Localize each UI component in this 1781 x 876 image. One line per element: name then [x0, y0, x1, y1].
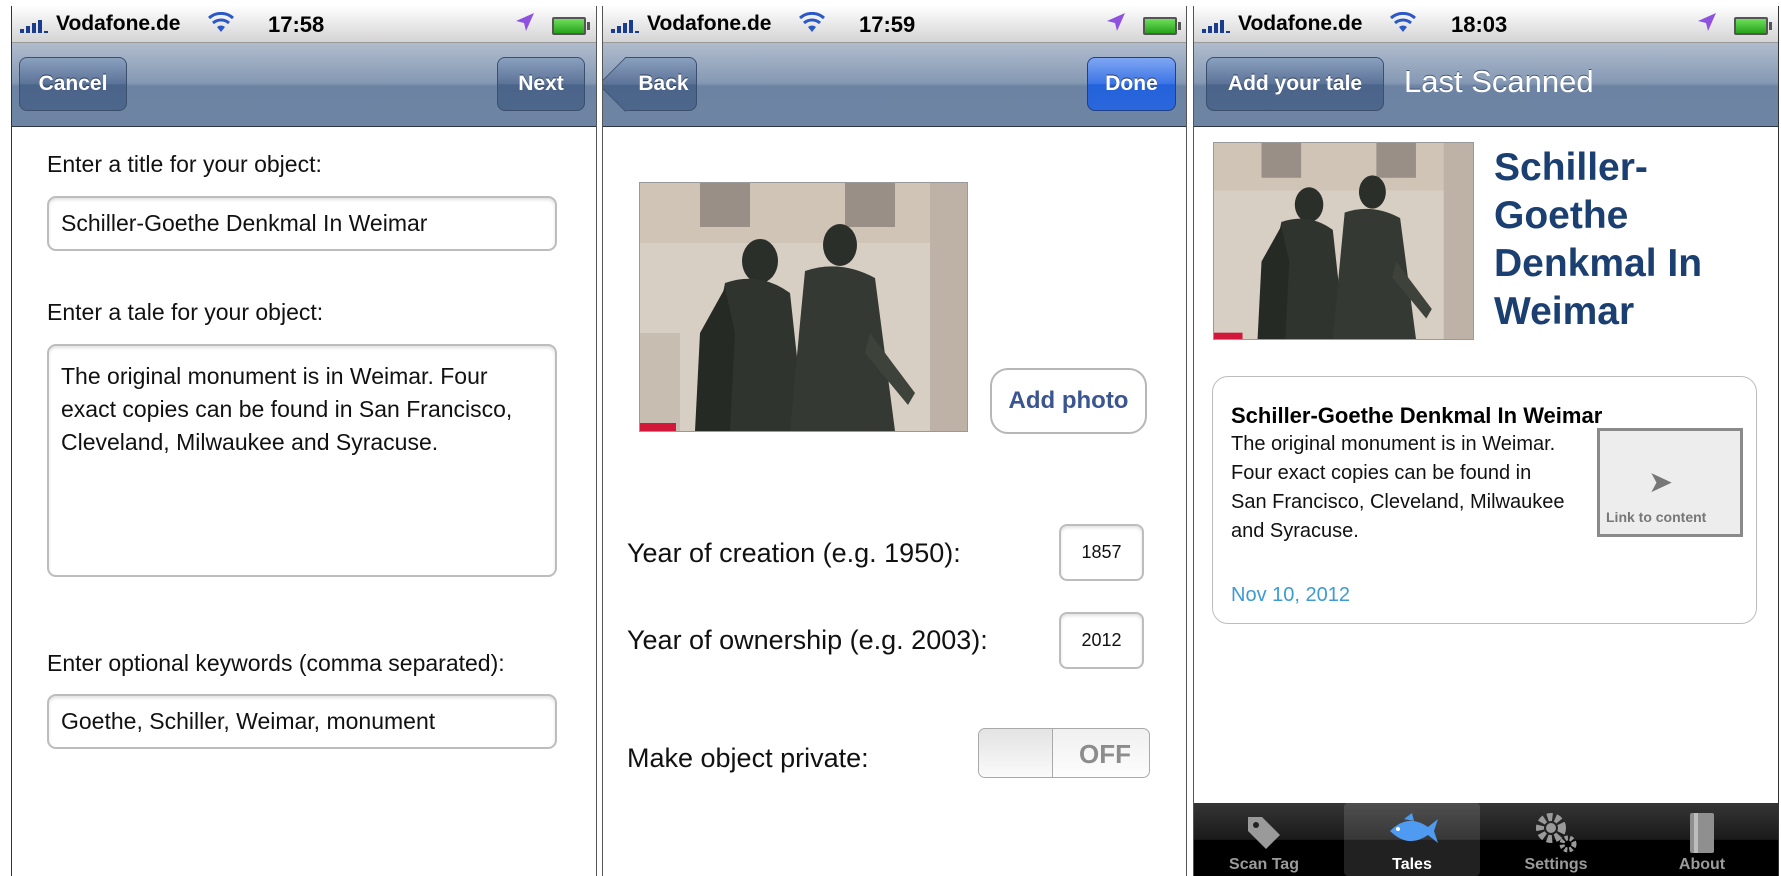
add-photo-button[interactable]: Add photo — [990, 368, 1147, 434]
tab-label: Scan Tag — [1229, 856, 1299, 873]
object-thumbnail — [1213, 142, 1474, 340]
signal-icon — [1202, 19, 1230, 33]
signal-icon — [611, 19, 639, 33]
link-label: Link to content — [1606, 509, 1707, 525]
status-bar: Vodafone.de 17:58 — [12, 6, 596, 43]
object-title: Schiller-Goethe Denkmal In Weimar — [1494, 146, 1703, 333]
tale-card[interactable]: Schiller-Goethe Denkmal In Weimar The or… — [1212, 376, 1757, 624]
tag-icon — [1248, 817, 1280, 849]
keywords-prompt: Enter optional keywords (comma separated… — [47, 650, 505, 676]
tab-scan-tag[interactable]: Scan Tag — [1196, 803, 1332, 876]
tale-textarea[interactable]: The original monument is in Weimar. Four… — [47, 344, 557, 577]
battery-icon — [552, 17, 590, 35]
next-button[interactable]: Next — [497, 57, 585, 111]
carrier-name: Vodafone.de — [647, 12, 772, 35]
fish-icon — [1390, 813, 1438, 843]
screen-object-details: Vodafone.de 17:59 Back Done Add photo Ye… — [602, 6, 1187, 876]
title-prompt: Enter a title for your object: — [47, 151, 322, 177]
back-button[interactable]: Back — [625, 57, 697, 111]
nav-title: Last Scanned — [1404, 64, 1594, 99]
status-bar: Vodafone.de 18:03 — [1194, 6, 1778, 43]
carrier-name: Vodafone.de — [1238, 12, 1363, 35]
add-your-tale-button[interactable]: Add your tale — [1206, 57, 1384, 111]
creation-year-input[interactable]: 1857 — [1059, 524, 1144, 581]
private-toggle[interactable]: OFF — [978, 728, 1150, 778]
creation-year-label: Year of creation (e.g. 1950): — [627, 538, 961, 568]
nav-bar: Add your tale Last Scanned — [1194, 43, 1778, 127]
done-button[interactable]: Done — [1087, 57, 1176, 111]
link-to-content-button[interactable]: ➤ Link to content — [1597, 428, 1743, 537]
screen-create-object: Vodafone.de 17:58 Cancel Next Enter a ti… — [11, 6, 597, 876]
location-arrow-icon — [515, 12, 535, 38]
card-date: Nov 10, 2012 — [1231, 584, 1350, 606]
card-title: Schiller-Goethe Denkmal In Weimar — [1231, 403, 1603, 428]
gears-icon — [1536, 813, 1577, 853]
ownership-year-label: Year of ownership (e.g. 2003): — [627, 625, 988, 655]
title-input[interactable]: Schiller-Goethe Denkmal In Weimar — [47, 196, 557, 251]
card-body: The original monument is in Weimar. Four… — [1231, 433, 1565, 542]
keywords-input[interactable]: Goethe, Schiller, Weimar, monument — [47, 694, 557, 749]
clock: 17:59 — [859, 12, 916, 37]
clock: 17:58 — [268, 12, 325, 37]
status-bar: Vodafone.de 17:59 — [603, 6, 1186, 43]
screen-last-scanned: Vodafone.de 18:03 Add your tale Last Sca… — [1193, 6, 1779, 876]
tab-bar: Scan Tag Tales Settings About — [1194, 803, 1778, 876]
clock: 18:03 — [1451, 12, 1508, 37]
tab-label: About — [1678, 856, 1726, 873]
battery-icon — [1734, 17, 1772, 35]
carrier-name: Vodafone.de — [56, 12, 181, 35]
ownership-year-input[interactable]: 2012 — [1059, 612, 1144, 669]
back-button-label: Back — [638, 72, 689, 95]
tab-label: Tales — [1392, 856, 1432, 873]
book-icon — [1690, 813, 1714, 853]
wifi-icon — [799, 11, 825, 40]
toggle-knob — [979, 729, 1053, 777]
wifi-icon — [1390, 11, 1416, 40]
location-arrow-icon — [1697, 12, 1717, 38]
private-label: Make object private: — [627, 743, 869, 773]
tab-settings[interactable]: Settings — [1488, 803, 1624, 876]
tab-label: Settings — [1524, 856, 1588, 873]
battery-icon — [1143, 17, 1181, 35]
cancel-button[interactable]: Cancel — [19, 57, 127, 111]
chevron-right-icon: ➤ — [1648, 466, 1674, 499]
location-arrow-icon — [1106, 12, 1126, 38]
toggle-state: OFF — [1079, 739, 1131, 769]
object-photo — [639, 182, 968, 432]
nav-bar: Cancel Next — [12, 43, 596, 127]
tab-tales[interactable]: Tales — [1344, 803, 1480, 876]
wifi-icon — [208, 11, 234, 40]
nav-bar: Back Done — [603, 43, 1186, 127]
tale-prompt: Enter a tale for your object: — [47, 299, 324, 325]
tab-about[interactable]: About — [1634, 803, 1770, 876]
signal-icon — [20, 19, 48, 33]
